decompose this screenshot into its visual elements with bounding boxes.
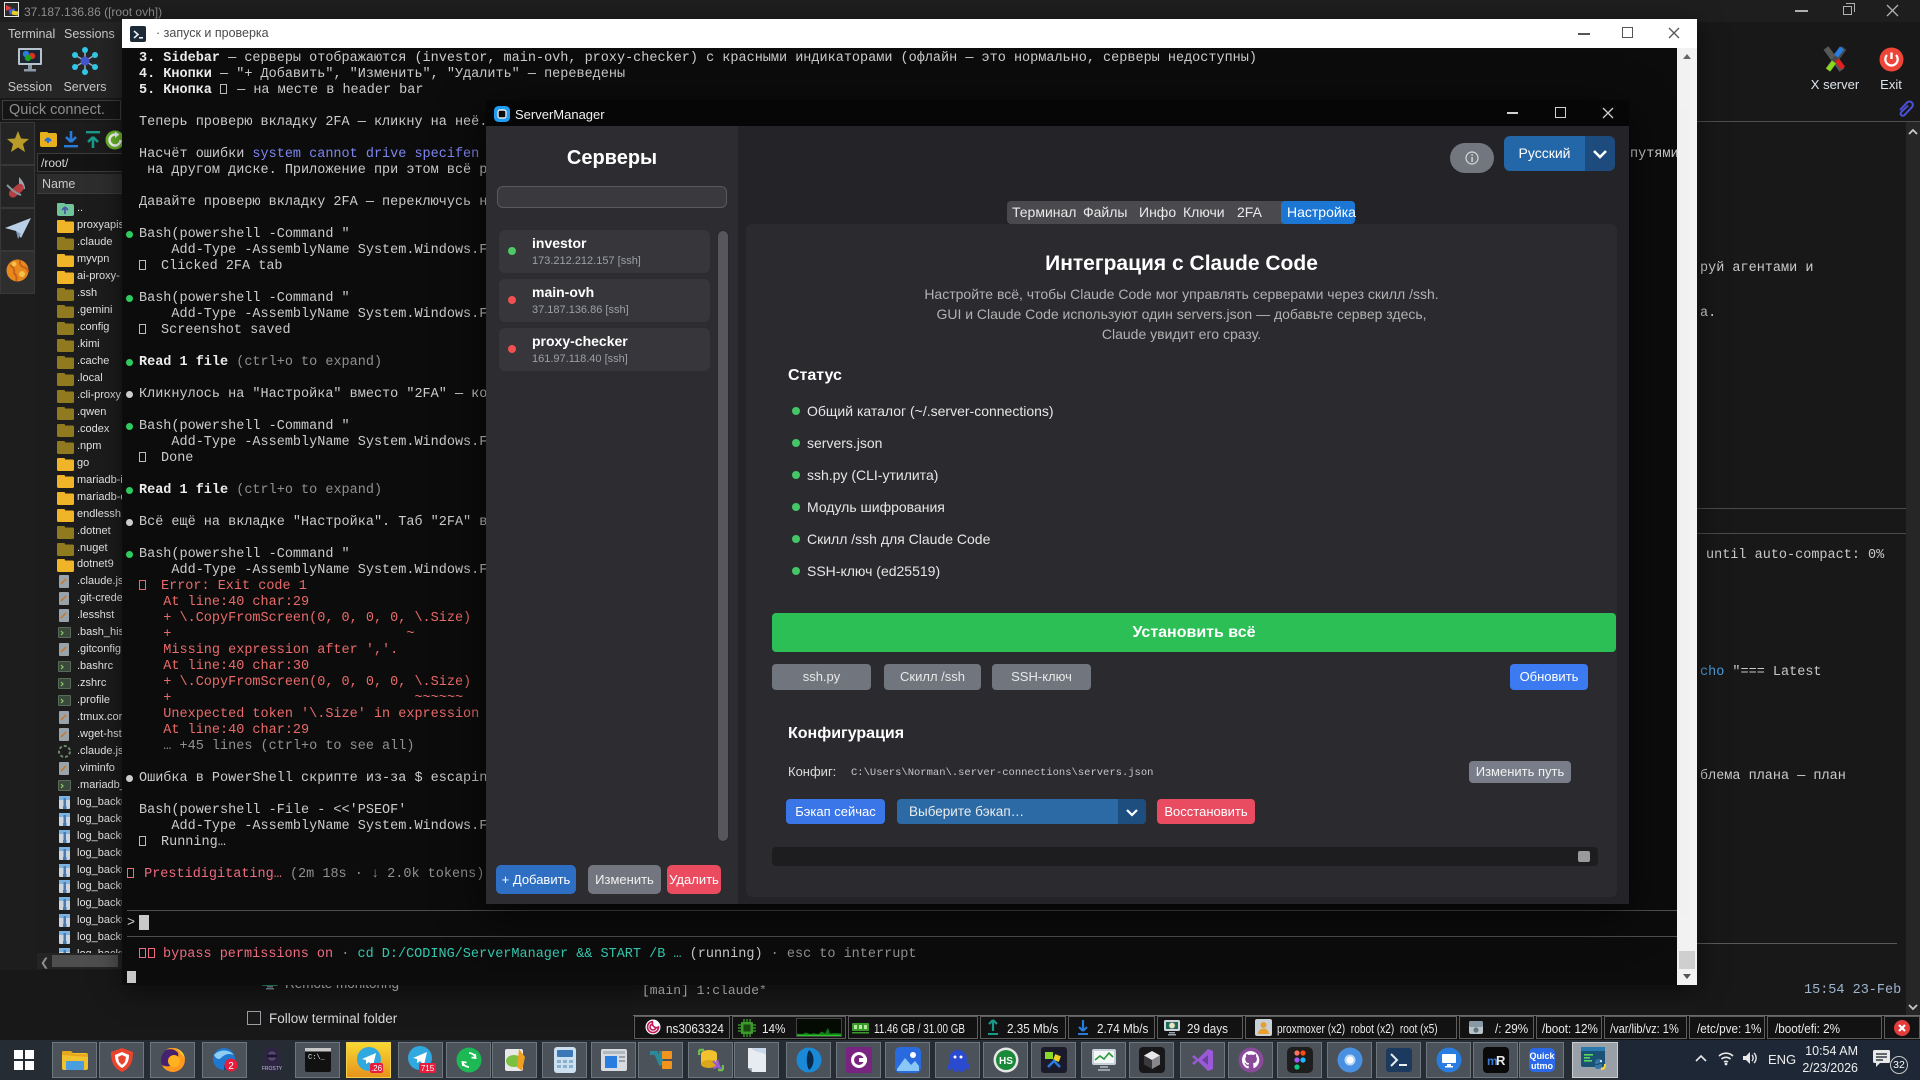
svg-text:Quick: Quick	[1529, 1051, 1555, 1061]
svg-text:utmo: utmo	[1531, 1061, 1553, 1071]
svg-text:FROSTY: FROSTY	[261, 1066, 282, 1072]
svg-text:HS: HS	[999, 1056, 1013, 1067]
svg-text:R: R	[1496, 1053, 1506, 1068]
svg-text:2: 2	[228, 1061, 234, 1072]
svg-text:.26: .26	[370, 1064, 382, 1073]
svg-text:C:\_: C:\_	[308, 1054, 326, 1062]
svg-text:715: 715	[420, 1064, 434, 1073]
